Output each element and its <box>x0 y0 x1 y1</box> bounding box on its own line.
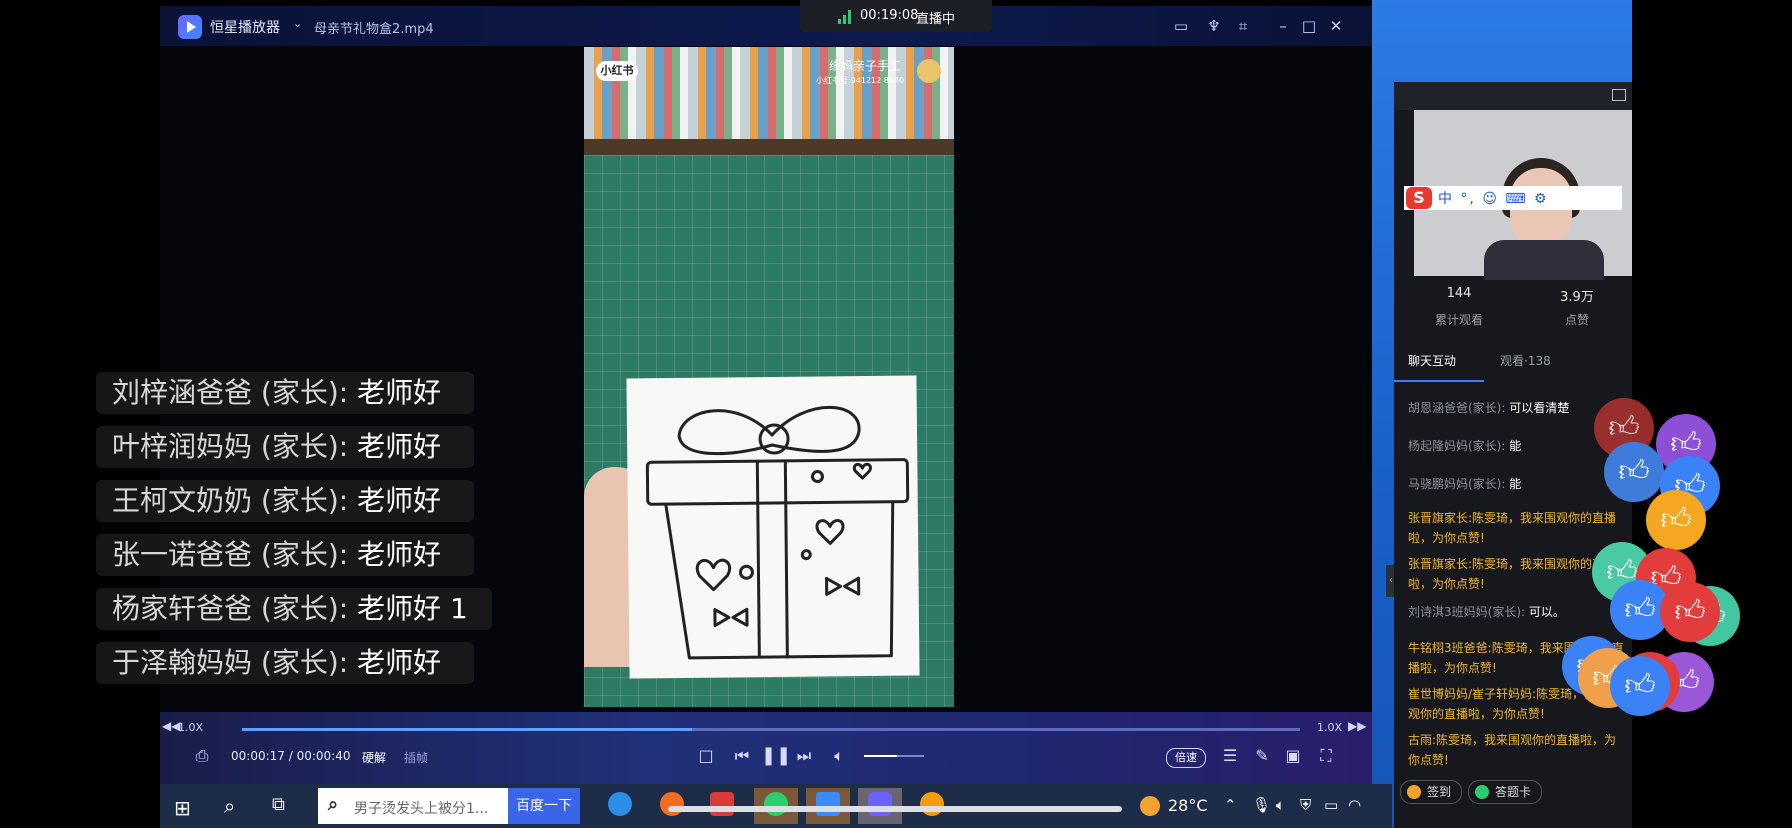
danmaku-comment: 刘梓涵爸爸 (家长): 老师好 <box>96 372 474 414</box>
watermark-id: 小红书号:941212 8840 <box>816 76 905 85</box>
wifi-icon[interactable]: ◠ <box>1348 796 1361 814</box>
chat-message: 杨起隆妈妈(家长): 能 <box>1408 439 1522 453</box>
answer-card-icon <box>1475 785 1489 799</box>
minimize-icon[interactable]: – <box>1272 15 1294 37</box>
panel-header <box>1394 82 1632 110</box>
chat-message: 古雨:陈雯琦，我来围观你的直播啦，为你点赞! <box>1408 733 1617 767</box>
comment-icon[interactable]: ▭ <box>1170 15 1192 37</box>
live-status-badge: 00:19:08 直播中 <box>800 0 992 32</box>
pause-icon[interactable]: ❚❚ <box>761 744 791 768</box>
tab-watch[interactable]: 观看·138 <box>1500 352 1551 369</box>
playlist-icon[interactable]: ☰ <box>1218 744 1242 768</box>
like-icon: 👍︎ <box>1646 490 1706 550</box>
speaker-icon[interactable]: 🔈︎ <box>1276 796 1285 814</box>
weather-icon[interactable] <box>1140 796 1160 816</box>
signin-icon <box>1407 785 1421 799</box>
temperature[interactable]: 28°C <box>1168 796 1208 815</box>
chevron-up-icon[interactable]: ⌃ <box>1224 796 1237 814</box>
tools-icon[interactable]: ✎ <box>1250 744 1274 768</box>
volume-fill <box>864 755 897 757</box>
crop-icon[interactable]: ⌗ <box>1232 15 1254 37</box>
fullscreen-icon[interactable]: ⛶ <box>1314 744 1338 768</box>
chat-message: 马骁鹏妈妈(家长): 能 <box>1408 477 1522 491</box>
active-tab-indicator <box>1394 380 1484 382</box>
speed-up-icon[interactable]: ▶▶ <box>1348 719 1366 733</box>
windows-start-icon[interactable]: ⊞ <box>174 796 191 820</box>
search-icon: ⌕ <box>328 794 339 815</box>
skin-icon[interactable]: ♆ <box>1203 15 1225 37</box>
teacher-body <box>1484 240 1604 280</box>
chat-message: 刘诗淇3班妈妈(家长): 可以。 <box>1408 605 1565 619</box>
watermark-avatar <box>917 59 941 83</box>
search-icon[interactable]: ⌕ <box>224 794 235 818</box>
watermark-name: 缘妈亲子手工 <box>829 59 902 73</box>
view-count-label: 累计观看 <box>1434 313 1483 327</box>
like-icon: 👍︎ <box>1610 656 1670 716</box>
battery-icon[interactable]: ▭ <box>1324 796 1338 814</box>
playback-time: 00:00:17 / 00:00:40 <box>231 749 351 763</box>
stop-icon[interactable]: □ <box>694 744 718 768</box>
like-count-label: 点赞 <box>1564 313 1589 327</box>
speed-right: 1.0X <box>1317 721 1343 734</box>
gift-box-drawing <box>626 375 920 679</box>
hardware-decode-button[interactable]: 硬解 <box>362 749 386 766</box>
xiaohongshu-logo: 小红书 <box>596 61 638 81</box>
search-input[interactable]: ⌕ 男子烫发头上被分1... <box>318 788 508 824</box>
danmaku-comment: 叶梓润妈妈 (家长): 老师好 <box>96 426 474 468</box>
file-name: 母亲节礼物盒2.mp4 <box>314 22 434 37</box>
maximize-panel-icon[interactable] <box>1612 89 1626 101</box>
live-timer: 00:19:08 <box>860 8 919 23</box>
ime-toolbar[interactable]: S 中 °, ☺ ⌨ ⚙ <box>1404 186 1622 210</box>
chevron-down-icon[interactable]: ⌄ <box>293 17 302 30</box>
signal-icon <box>838 10 854 24</box>
taskbar: ⊞ ⌕ ⧉ ⌕ 男子烫发头上被分1... 百度一下 28°C ⌃ 🎙︎ 🔈︎ ⛨… <box>160 784 1392 828</box>
frame-interp-button[interactable]: 插帧 <box>404 749 428 766</box>
signin-button[interactable]: 签到 <box>1400 780 1463 804</box>
like-icon: 👍︎ <box>1604 442 1664 502</box>
close-icon[interactable]: ✕ <box>1325 15 1347 37</box>
baidu-search-button[interactable]: 百度一下 <box>508 788 580 824</box>
tab-chat[interactable]: 聊天互动 <box>1408 352 1456 369</box>
progress-fill <box>242 728 692 731</box>
maximize-icon[interactable]: □ <box>1298 15 1320 37</box>
video-frame[interactable]: 小红书 缘妈亲子手工 小红书号:941212 8840 <box>584 47 954 707</box>
progress-bar[interactable] <box>242 728 1300 731</box>
security-icon[interactable]: ⛨ <box>1300 796 1311 814</box>
volume-icon[interactable]: 🔈︎ <box>827 744 851 768</box>
microphone-icon[interactable]: 🎙︎ <box>1252 796 1271 814</box>
like-icon: 👍︎ <box>1660 582 1720 642</box>
danmaku-comment: 于泽翰妈妈 (家长): 老师好 <box>96 642 474 684</box>
danmaku-comment: 杨家轩爸爸 (家长): 老师好 1 <box>96 588 492 630</box>
sogou-ime-icon[interactable]: S <box>1406 187 1432 209</box>
chat-message: 张晋旗家长:陈雯琦，我来围观你的直播啦，为你点赞! <box>1408 511 1617 545</box>
chat-message: 胡恩涵爸爸(家长): 可以看清楚 <box>1408 401 1570 415</box>
box-icon[interactable]: ▣ <box>1281 744 1305 768</box>
next-icon[interactable]: ⏭ <box>792 744 816 768</box>
app-name[interactable]: 恒星播放器 <box>210 17 280 37</box>
ie-browser-icon[interactable] <box>598 788 642 824</box>
volume-slider[interactable] <box>864 755 924 757</box>
ime-controls[interactable]: 中 °, ☺ ⌨ ⚙ <box>1438 188 1549 208</box>
live-side-panel: S 中 °, ☺ ⌨ ⚙ 144 累计观看 3.9万 点赞 聊天互动 观看·13… <box>1394 82 1632 828</box>
live-label: 直播中 <box>916 12 956 27</box>
danmaku-comment: 张一诺爸爸 (家长): 老师好 <box>96 534 474 576</box>
control-bar: ◀◀ 1.0X 1.0X ▶▶ ⎙ 00:00:17 / 00:00:40 硬解… <box>160 712 1372 784</box>
playback-rate-button[interactable]: 倍速 <box>1166 748 1206 768</box>
view-count: 144 <box>1446 286 1472 301</box>
previous-icon[interactable]: ⏮ <box>730 744 754 768</box>
taskbar-scrollbar[interactable] <box>668 806 1122 812</box>
task-view-icon[interactable]: ⧉ <box>272 794 285 815</box>
cast-icon[interactable]: ⎙ <box>190 744 214 768</box>
danmaku-comment: 王柯文奶奶 (家长): 老师好 <box>96 480 474 522</box>
title-bar[interactable]: 恒星播放器 ⌄ 母亲节礼物盒2.mp4 ▭ ♆ ⌗ – □ ✕ <box>160 6 1372 46</box>
answer-card-button[interactable]: 答题卡 <box>1468 780 1543 804</box>
speed-left: 1.0X <box>178 721 204 734</box>
app-logo-icon <box>178 15 202 39</box>
like-count: 3.9万 <box>1560 290 1594 305</box>
